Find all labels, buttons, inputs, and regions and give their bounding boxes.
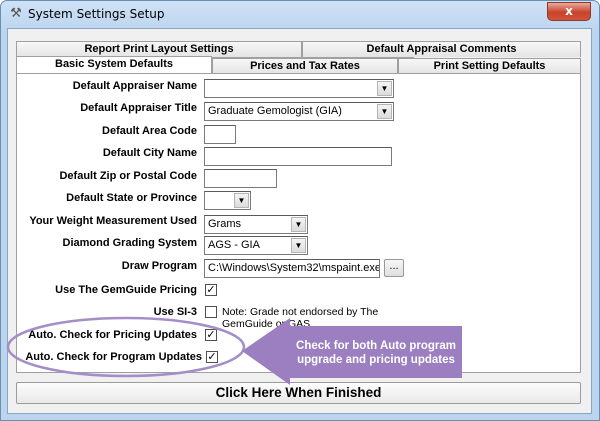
pricing-updates-checkbox[interactable]: ✓ xyxy=(205,329,217,341)
state-select[interactable]: ▼ xyxy=(204,191,251,210)
window-title: System Settings Setup xyxy=(28,7,165,21)
pricing-updates-label: Auto. Check for Pricing Updates xyxy=(28,329,197,341)
city-name-label: Default City Name xyxy=(102,147,197,159)
appraiser-title-label: Default Appraiser Title xyxy=(80,102,197,114)
city-name-input[interactable] xyxy=(204,147,392,166)
draw-program-label: Draw Program xyxy=(121,260,197,272)
appraiser-title-select[interactable]: Graduate Gemologist (GIA) ▼ xyxy=(204,102,394,121)
checkmark-icon: ✓ xyxy=(206,283,216,296)
weight-unit-value: Grams xyxy=(208,218,241,230)
state-label: Default State or Province xyxy=(66,192,197,204)
chevron-down-icon[interactable]: ▼ xyxy=(291,217,306,232)
finish-button[interactable]: Click Here When Finished xyxy=(16,382,581,404)
tab-prices-tax-rates[interactable]: Prices and Tax Rates xyxy=(212,58,398,74)
appraiser-name-label: Default Appraiser Name xyxy=(72,80,197,92)
area-code-label: Default Area Code xyxy=(102,125,197,137)
grading-system-select[interactable]: AGS - GIA ▼ xyxy=(204,236,308,255)
gemguide-pricing-checkbox[interactable]: ✓ xyxy=(205,284,217,296)
checkmark-icon: ✓ xyxy=(206,328,216,341)
browse-button[interactable]: ... xyxy=(384,259,404,277)
tools-icon: ⚒ xyxy=(10,6,22,21)
gemguide-pricing-label: Use The GemGuide Pricing xyxy=(55,284,197,296)
tab-report-print-layout[interactable]: Report Print Layout Settings xyxy=(16,41,302,57)
callout-text: Check for both Auto program upgrade and … xyxy=(296,340,456,366)
chevron-down-icon[interactable]: ▼ xyxy=(234,193,249,208)
zip-code-label: Default Zip or Postal Code xyxy=(59,170,197,182)
program-updates-checkbox[interactable]: ✓ xyxy=(206,351,218,363)
si3-label: Use SI-3 xyxy=(153,306,197,318)
tab-default-appraisal-comments[interactable]: Default Appraisal Comments xyxy=(302,41,581,57)
appraiser-name-select[interactable]: ▼ xyxy=(204,79,394,98)
close-button[interactable]: x xyxy=(547,2,591,21)
zip-code-input[interactable] xyxy=(204,169,277,188)
si3-note: Note: Grade not endorsed by The GemGuide… xyxy=(222,306,379,330)
si3-checkbox[interactable] xyxy=(205,306,217,318)
chevron-down-icon[interactable]: ▼ xyxy=(377,104,392,119)
area-code-input[interactable] xyxy=(204,125,236,144)
program-updates-label: Auto. Check for Program Updates xyxy=(25,351,202,363)
chevron-down-icon[interactable]: ▼ xyxy=(291,238,306,253)
chevron-down-icon[interactable]: ▼ xyxy=(377,81,392,96)
checkmark-icon: ✓ xyxy=(207,350,217,363)
title-bar: ⚒ System Settings Setup x xyxy=(1,1,599,29)
appraiser-title-value: Graduate Gemologist (GIA) xyxy=(208,105,342,117)
grading-system-value: AGS - GIA xyxy=(208,239,260,251)
tab-basic-system-defaults[interactable]: Basic System Defaults xyxy=(16,56,212,73)
tab-print-setting-defaults[interactable]: Print Setting Defaults xyxy=(398,58,581,74)
grading-system-label: Diamond Grading System xyxy=(62,237,197,249)
draw-program-input[interactable]: C:\Windows\System32\mspaint.exe xyxy=(204,259,380,278)
weight-unit-select[interactable]: Grams ▼ xyxy=(204,215,308,234)
weight-unit-label: Your Weight Measurement Used xyxy=(29,215,197,227)
